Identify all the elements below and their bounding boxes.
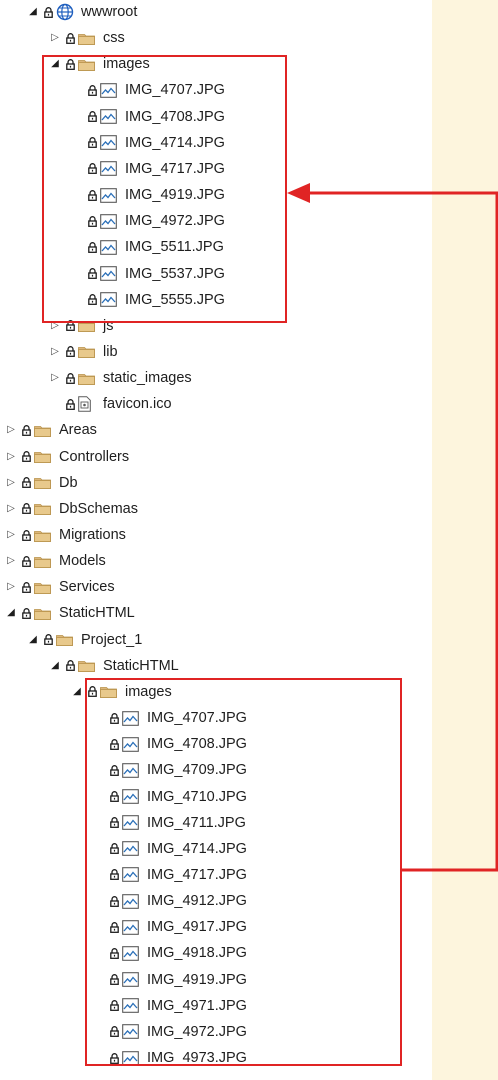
folder-icon	[78, 365, 96, 391]
tree-item-label: Project_1	[81, 631, 143, 648]
lock-icon	[18, 417, 34, 443]
collapsed-arrow-icon[interactable]: ▷	[4, 470, 18, 496]
tree-item[interactable]: ▷ css	[48, 25, 125, 51]
tree-item[interactable]: ▷ Areas	[4, 417, 97, 443]
lock-icon	[62, 391, 78, 417]
tree-item[interactable]: ◢ StaticHTML	[4, 600, 135, 626]
folder-icon	[78, 25, 96, 51]
tree-item[interactable]: ▷ Controllers	[4, 444, 129, 470]
expanded-arrow-icon[interactable]: ◢	[26, 627, 40, 653]
tree-item-label: DbSchemas	[59, 500, 138, 517]
lock-icon	[18, 600, 34, 626]
collapsed-arrow-icon[interactable]: ▷	[4, 548, 18, 574]
folder-icon	[34, 496, 52, 522]
lock-icon	[62, 653, 78, 679]
tree-item-label: Controllers	[59, 448, 130, 465]
tree-item-label: Migrations	[59, 527, 126, 543]
tree-item[interactable]: ▷ lib	[48, 339, 118, 365]
folder-icon	[56, 627, 74, 653]
globe-icon	[56, 0, 74, 25]
collapsed-arrow-icon[interactable]: ▷	[48, 339, 62, 365]
tree-item-label: StaticHTML	[59, 605, 135, 622]
tree-item[interactable]: ▷ static_images	[48, 365, 192, 391]
expanded-arrow-icon[interactable]: ◢	[48, 653, 62, 679]
tree-item-label: css	[103, 30, 125, 47]
collapsed-arrow-icon[interactable]: ▷	[4, 417, 18, 443]
tree-item-label: Db	[59, 474, 78, 491]
folder-icon	[34, 522, 52, 548]
lock-icon	[40, 0, 56, 25]
highlight-box-statichtml-images	[85, 678, 402, 1066]
collapsed-arrow-icon[interactable]: ▷	[4, 444, 18, 470]
folder-icon	[34, 444, 52, 470]
expanded-arrow-icon[interactable]: ◢	[4, 600, 18, 626]
tree-item[interactable]: favicon.ico	[48, 391, 172, 417]
tree-item-label: lib	[103, 343, 118, 360]
folder-icon	[34, 417, 52, 443]
lock-icon	[62, 339, 78, 365]
tree-item[interactable]: ▷ Models	[4, 548, 106, 574]
tree-item[interactable]: ▷ Services	[4, 574, 115, 600]
lock-icon	[18, 522, 34, 548]
tree-item[interactable]: ◢ Project_1	[26, 627, 142, 653]
tree-item-label: wwwroot	[81, 4, 138, 20]
highlight-box-wwwroot-images	[42, 55, 287, 323]
tree-item-label: Areas	[59, 422, 97, 439]
expanded-arrow-icon[interactable]: ◢	[26, 0, 40, 25]
tree-item[interactable]: ▷ DbSchemas	[4, 496, 138, 522]
collapsed-arrow-icon[interactable]: ▷	[48, 365, 62, 391]
tree-item-label: Services	[59, 579, 115, 596]
tree-item[interactable]: ◢ StaticHTML	[48, 653, 179, 679]
tree-item[interactable]: ▷ Db	[4, 470, 78, 496]
tree-item-label: StaticHTML	[103, 657, 179, 674]
lock-icon	[62, 25, 78, 51]
folder-icon	[34, 600, 52, 626]
lock-icon	[18, 574, 34, 600]
lock-icon	[62, 365, 78, 391]
collapsed-arrow-icon[interactable]: ▷	[48, 25, 62, 51]
expanded-arrow-icon[interactable]: ◢	[70, 679, 84, 705]
folder-icon	[34, 548, 52, 574]
folder-icon	[78, 339, 96, 365]
lock-icon	[40, 627, 56, 653]
lock-icon	[18, 496, 34, 522]
folder-icon	[34, 574, 52, 600]
collapsed-arrow-icon[interactable]: ▷	[4, 496, 18, 522]
lock-icon	[18, 444, 34, 470]
collapsed-arrow-icon[interactable]: ▷	[4, 574, 18, 600]
folder-icon	[34, 470, 52, 496]
tree-item-label: favicon.ico	[103, 396, 172, 413]
lock-icon	[18, 470, 34, 496]
collapsed-arrow-icon[interactable]: ▷	[4, 522, 18, 548]
tree-item[interactable]: ▷ Migrations	[4, 522, 126, 548]
tree-item[interactable]: ◢ wwwroot	[26, 0, 137, 25]
tree-item-label: static_images	[103, 370, 192, 387]
tree-item-label: Models	[59, 553, 106, 570]
favicon-file-icon	[78, 391, 96, 417]
folder-icon	[78, 653, 96, 679]
lock-icon	[18, 548, 34, 574]
